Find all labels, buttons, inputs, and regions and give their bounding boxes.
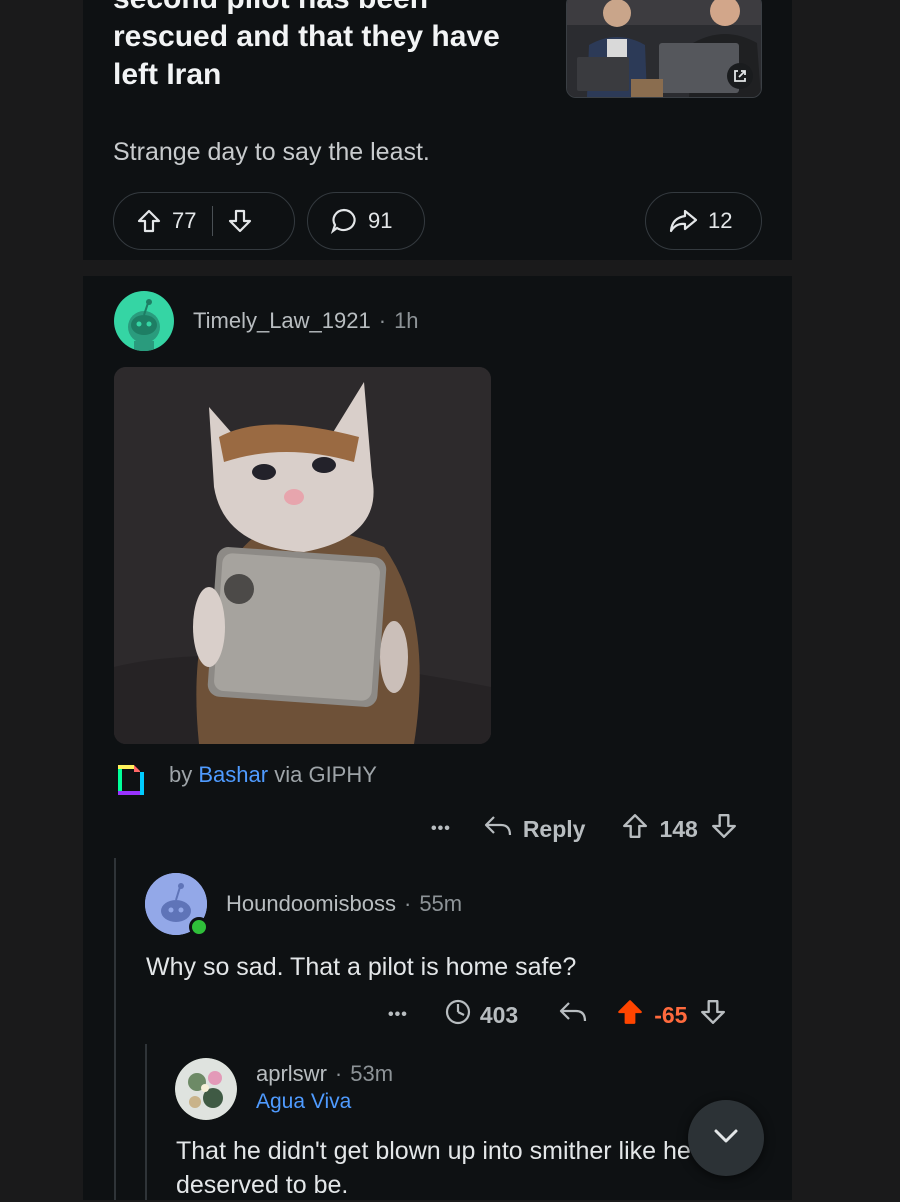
external-link-icon[interactable] <box>727 63 753 89</box>
comment-thread: Timely_Law_1921 · 1h by Bashar via GIPHY… <box>83 276 792 1200</box>
vote-count: -65 <box>654 1001 688 1028</box>
giphy-via-label: via GIPHY <box>274 762 377 787</box>
thread-line[interactable] <box>145 1044 147 1200</box>
comment-header: Houndoomisboss · 55m <box>226 891 462 917</box>
chevron-down-icon <box>709 1119 743 1158</box>
post-body-text: Strange day to say the least. <box>113 138 430 166</box>
username[interactable]: Houndoomisboss <box>226 891 396 916</box>
award-count: 403 <box>479 1001 519 1028</box>
comment-header: Timely_Law_1921 · 1h <box>193 308 419 334</box>
giphy-icon <box>114 760 148 798</box>
award-button[interactable]: 403 <box>444 998 518 1032</box>
post-card: second pilot has been rescued and that t… <box>83 0 792 260</box>
timestamp: 53m <box>350 1061 394 1086</box>
scroll-down-button[interactable] <box>688 1100 764 1176</box>
giphy-attribution: by Bashar via GIPHY <box>169 762 377 788</box>
avatar[interactable] <box>175 1058 237 1120</box>
username[interactable]: aprlswr <box>256 1061 327 1086</box>
timestamp: 1h <box>394 308 419 333</box>
separator-dot: · <box>403 891 412 916</box>
giphy-author-link[interactable]: Bashar <box>198 762 268 787</box>
thread-line[interactable] <box>114 858 116 1200</box>
comment-header: aprlswr · 53m <box>256 1061 393 1087</box>
separator-dot: · <box>378 308 387 333</box>
giphy-by-label: by <box>169 762 193 787</box>
avatar[interactable] <box>114 291 174 351</box>
more-icon[interactable]: ••• <box>431 820 451 838</box>
separator-dot: · <box>334 1061 343 1086</box>
post-thumbnail[interactable] <box>566 0 762 98</box>
downvote-icon[interactable] <box>227 208 253 234</box>
share-icon <box>668 208 698 234</box>
upvote-icon[interactable] <box>621 812 649 846</box>
award-icon <box>444 998 472 1032</box>
comment-text: Why so sad. That a pilot is home safe? <box>146 953 577 981</box>
post-vote-count: 77 <box>172 208 197 233</box>
timestamp: 55m <box>419 891 463 916</box>
reply-label: Reply <box>522 815 586 842</box>
reply-icon <box>483 813 513 845</box>
comment-count: 91 <box>368 208 393 233</box>
cat-gif[interactable] <box>114 367 491 744</box>
share-count: 12 <box>708 208 733 233</box>
comments-button[interactable]: 91 <box>307 192 425 250</box>
online-indicator <box>189 917 209 937</box>
comment-icon <box>330 207 358 235</box>
comment-actions: ••• Reply 148 <box>431 812 738 846</box>
username[interactable]: Timely_Law_1921 <box>193 308 371 333</box>
vote-count: 148 <box>659 815 698 842</box>
avatar[interactable] <box>145 873 209 937</box>
comment-text: That he didn't get blown up into smither… <box>176 1137 691 1199</box>
share-button[interactable]: 12 <box>645 192 762 250</box>
more-icon[interactable]: ••• <box>388 1006 408 1024</box>
post-title[interactable]: second pilot has been rescued and that t… <box>113 0 543 94</box>
post-vote-control: 77 <box>113 192 295 250</box>
comment-actions: ••• 403 -65 <box>388 998 727 1032</box>
reply-button[interactable]: Reply <box>483 813 586 845</box>
reply-icon[interactable] <box>558 999 588 1031</box>
upvote-icon[interactable] <box>136 208 162 234</box>
user-flair: Agua Viva <box>256 1090 352 1113</box>
downvote-icon[interactable] <box>699 998 727 1032</box>
vote-divider <box>212 206 214 236</box>
upvote-icon[interactable] <box>616 998 644 1032</box>
downvote-icon[interactable] <box>710 812 738 846</box>
